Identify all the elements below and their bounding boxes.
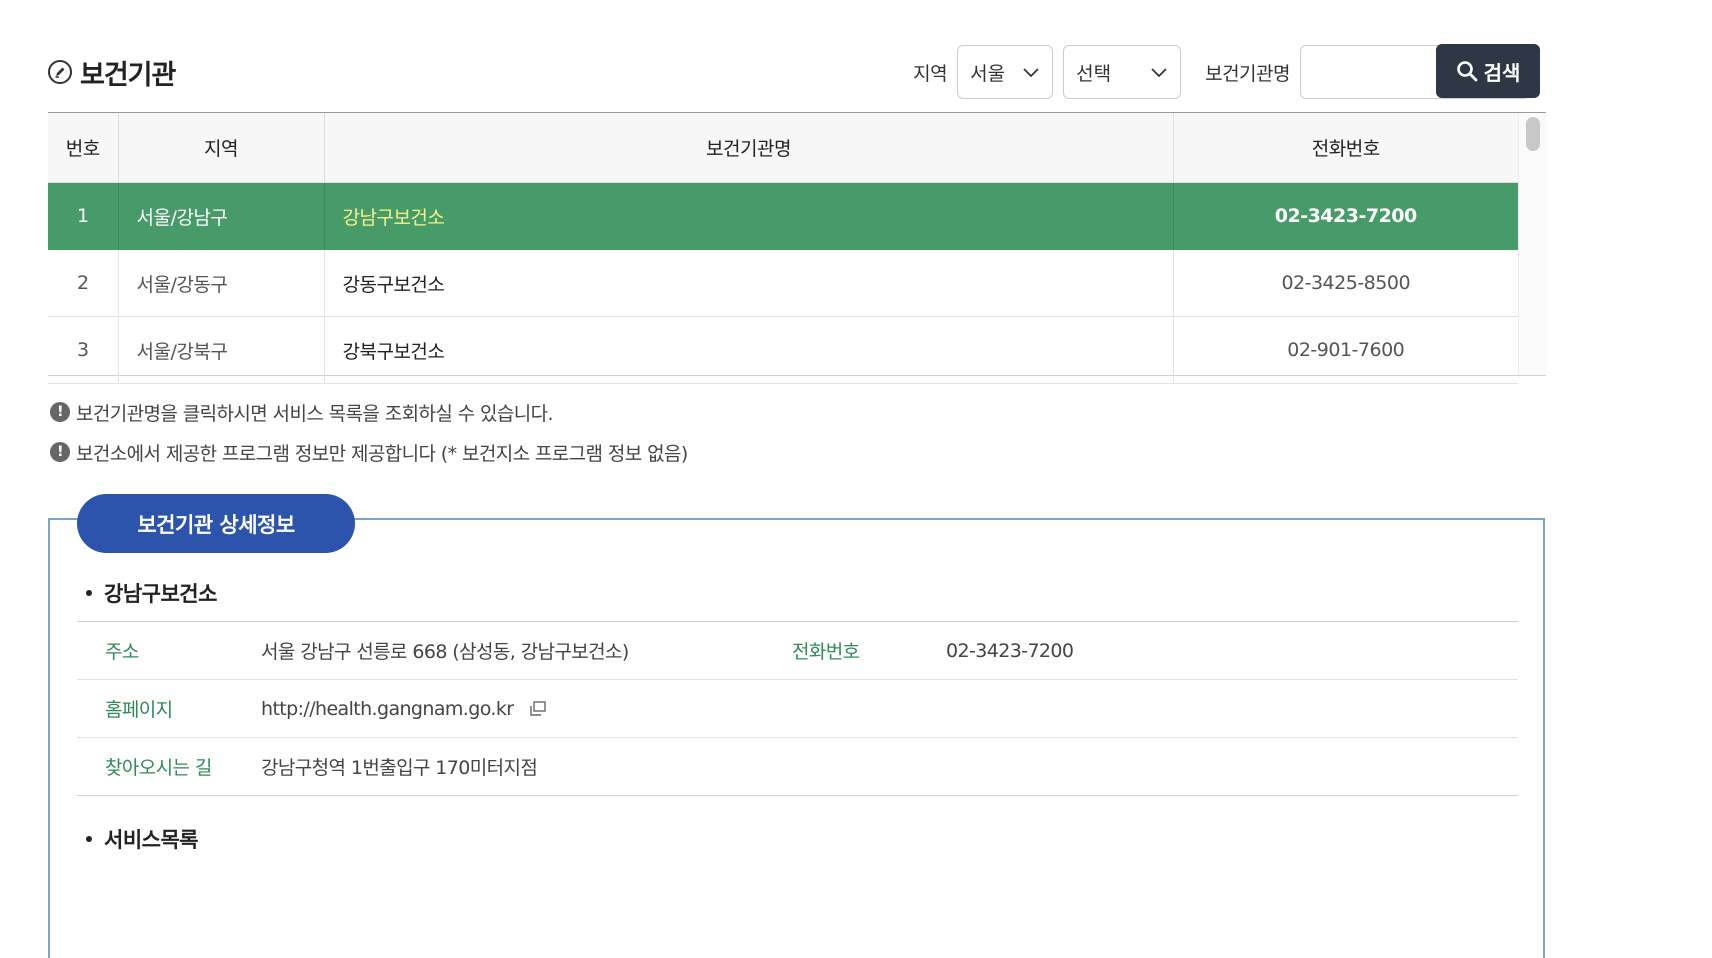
search-icon [1456, 61, 1477, 82]
institution-table: 번호 지역 보건기관명 전화번호 1 서울/강남구 강남구보건소 02-3423… [48, 112, 1546, 384]
notice-text: 보건소에서 제공한 프로그램 정보만 제공합니다 (* 보건지소 프로그램 정보… [76, 442, 688, 465]
phone-value: 02-3423-7200 [945, 621, 1518, 680]
facility-info-table: 주소 서울 강남구 선릉로 668 (삼성동, 강남구보건소) 전화번호 02-… [77, 621, 1518, 796]
homepage-link[interactable]: http://health.gangnam.go.kr [261, 698, 514, 720]
notices: ! 보건기관명을 클릭하시면 서비스 목록을 조회하실 수 있습니다. ! 보건… [50, 392, 688, 472]
district-select-value: 선택 [1076, 62, 1112, 85]
row-region: 서울/강북구 [118, 316, 325, 384]
scrollbar-thumb[interactable] [1526, 117, 1540, 151]
notice-item: ! 보건기관명을 클릭하시면 서비스 목록을 조회하실 수 있습니다. [50, 392, 688, 432]
row-name-link[interactable]: 강남구보건소 [324, 182, 1174, 250]
phone-label: 전화번호 [764, 621, 945, 680]
table-row[interactable]: 2 서울/강동구 강동구보건소 02-3425-8500 [48, 249, 1518, 317]
district-select[interactable]: 선택 [1063, 45, 1182, 99]
chevron-down-icon [1151, 68, 1167, 78]
info-row-homepage: 홈페이지 http://health.gangnam.go.kr [77, 679, 1518, 738]
row-region: 서울/강남구 [118, 182, 325, 250]
page-title: 보건기관 [80, 59, 176, 91]
row-phone: 02-901-7600 [1173, 316, 1518, 384]
address-value: 서울 강남구 선릉로 668 (삼성동, 강남구보건소) [260, 621, 764, 680]
name-label: 보건기관명 [1205, 62, 1290, 85]
table-header-row: 번호 지역 보건기관명 전화번호 [48, 113, 1518, 183]
directions-value: 강남구청역 1번출입구 170미터지점 [261, 757, 538, 779]
external-link-icon[interactable] [529, 701, 547, 717]
row-region: 서울/강동구 [118, 249, 325, 317]
chevron-down-icon [1023, 68, 1039, 78]
row-name-link[interactable]: 강북구보건소 [324, 316, 1174, 384]
region-select[interactable]: 서울 [957, 45, 1054, 99]
region-label: 지역 [913, 62, 948, 85]
col-header-phone: 전화번호 [1173, 113, 1518, 183]
facility-heading: 강남구보건소 [86, 578, 217, 608]
pencil-icon [48, 60, 72, 84]
col-header-name: 보건기관명 [324, 113, 1174, 183]
col-header-number: 번호 [48, 113, 119, 183]
row-name-link[interactable]: 강동구보건소 [324, 249, 1174, 317]
bullet [86, 836, 92, 842]
services-heading: 서비스목록 [86, 824, 199, 854]
row-number: 2 [48, 249, 119, 317]
address-label: 주소 [77, 621, 260, 680]
row-number: 1 [48, 182, 119, 250]
exclamation-icon: ! [50, 402, 70, 422]
info-row-directions: 찾아오시는 길 강남구청역 1번출입구 170미터지점 [77, 738, 1518, 796]
col-header-region: 지역 [118, 113, 325, 183]
search-button-label: 검색 [1483, 60, 1521, 85]
row-phone: 02-3425-8500 [1173, 249, 1518, 317]
notice-text: 보건기관명을 클릭하시면 서비스 목록을 조회하실 수 있습니다. [76, 402, 554, 425]
homepage-label: 홈페이지 [77, 679, 260, 738]
table-scrollbar[interactable] [1518, 113, 1546, 375]
facility-name: 강남구보건소 [104, 582, 217, 606]
services-heading-text: 서비스목록 [104, 828, 199, 852]
region-select-value: 서울 [970, 62, 1006, 85]
directions-label: 찾아오시는 길 [105, 757, 212, 779]
row-phone: 02-3423-7200 [1173, 182, 1518, 250]
notice-item: ! 보건소에서 제공한 프로그램 정보만 제공합니다 (* 보건지소 프로그램 … [50, 432, 688, 472]
search-button[interactable]: 검색 [1436, 44, 1540, 98]
info-row-address: 주소 서울 강남구 선릉로 668 (삼성동, 강남구보건소) 전화번호 02-… [77, 621, 1518, 680]
title-row: 보건기관 [48, 44, 176, 100]
detail-tab[interactable]: 보건기관 상세정보 [77, 494, 355, 553]
row-number: 3 [48, 316, 119, 384]
table-row[interactable]: 3 서울/강북구 강북구보건소 02-901-7600 [48, 316, 1518, 384]
table-row-selected[interactable]: 1 서울/강남구 강남구보건소 02-3423-7200 [48, 182, 1518, 250]
homepage-cell: http://health.gangnam.go.kr [260, 679, 1518, 738]
bullet [86, 590, 92, 596]
exclamation-icon: ! [50, 442, 70, 462]
